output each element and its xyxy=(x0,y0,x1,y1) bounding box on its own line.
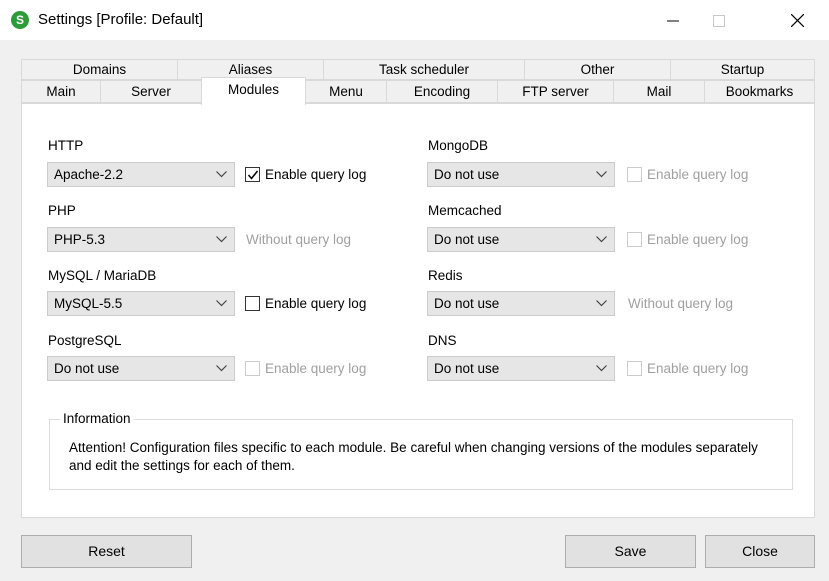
postgresql-select[interactable]: Do not use xyxy=(47,356,235,381)
postgresql-query-log-box xyxy=(245,361,260,376)
tab-modules[interactable]: Modules xyxy=(201,77,306,105)
mongodb-select[interactable]: Do not use xyxy=(427,162,615,187)
memcached-label: Memcached xyxy=(428,203,502,218)
tab-main[interactable]: Main xyxy=(21,80,101,103)
php-label: PHP xyxy=(48,203,76,218)
redis-select-value: Do not use xyxy=(434,296,500,311)
http-query-log-checkbox[interactable]: Enable query log xyxy=(245,166,395,186)
dns-query-log-checkbox: Enable query log xyxy=(627,360,777,380)
modules-panel: HTTP Apache-2.2 Enable query log PHP PHP… xyxy=(21,103,815,518)
chevron-down-icon xyxy=(216,171,227,178)
postgresql-query-log-checkbox: Enable query log xyxy=(245,360,395,380)
memcached-select-value: Do not use xyxy=(434,232,500,247)
postgresql-query-log-label: Enable query log xyxy=(265,361,367,376)
http-select[interactable]: Apache-2.2 xyxy=(47,162,235,187)
php-no-query-log: Without query log xyxy=(246,232,352,247)
minimize-button[interactable] xyxy=(650,4,696,36)
dns-query-log-label: Enable query log xyxy=(647,361,749,376)
memcached-query-log-checkbox: Enable query log xyxy=(627,231,777,251)
dns-select-value: Do not use xyxy=(434,361,500,376)
mongodb-query-log-checkbox: Enable query log xyxy=(627,166,777,186)
memcached-query-log-box xyxy=(627,232,642,247)
mongodb-select-value: Do not use xyxy=(434,167,500,182)
dns-select[interactable]: Do not use xyxy=(427,356,615,381)
mongodb-label: MongoDB xyxy=(428,138,489,153)
reset-button[interactable]: Reset xyxy=(21,535,192,568)
mysql-query-log-checkbox[interactable]: Enable query log xyxy=(245,295,395,315)
http-label: HTTP xyxy=(48,138,84,153)
mongodb-query-log-box xyxy=(627,167,642,182)
tab-other[interactable]: Other xyxy=(524,59,671,80)
memcached-select[interactable]: Do not use xyxy=(427,227,615,252)
close-window-button[interactable] xyxy=(774,4,820,36)
mongodb-query-log-label: Enable query log xyxy=(647,167,749,182)
save-button[interactable]: Save xyxy=(565,535,696,568)
chevron-down-icon xyxy=(596,300,607,307)
tab-encoding[interactable]: Encoding xyxy=(386,80,498,103)
php-select-value: PHP-5.3 xyxy=(54,232,106,247)
chevron-down-icon xyxy=(596,365,607,372)
redis-label: Redis xyxy=(428,268,463,283)
http-select-value: Apache-2.2 xyxy=(54,167,124,182)
close-icon xyxy=(790,13,804,28)
tab-task-scheduler[interactable]: Task scheduler xyxy=(323,59,525,80)
mysql-query-log-box xyxy=(245,296,260,311)
close-button[interactable]: Close xyxy=(705,535,815,568)
app-logo-icon: S xyxy=(11,11,29,29)
tab-server[interactable]: Server xyxy=(100,80,202,103)
mysql-query-log-label: Enable query log xyxy=(265,296,367,311)
tab-bookmarks[interactable]: Bookmarks xyxy=(704,80,815,103)
chevron-down-icon xyxy=(596,171,607,178)
redis-select[interactable]: Do not use xyxy=(427,291,615,316)
dns-query-log-box xyxy=(627,361,642,376)
dns-label: DNS xyxy=(428,333,457,348)
chevron-down-icon xyxy=(216,300,227,307)
http-query-log-label: Enable query log xyxy=(265,167,367,182)
information-title: Information xyxy=(60,411,134,426)
title-bar: S Settings [Profile: Default] xyxy=(0,0,829,40)
php-select[interactable]: PHP-5.3 xyxy=(47,227,235,252)
maximize-button[interactable] xyxy=(696,4,742,36)
chevron-down-icon xyxy=(596,236,607,243)
mysql-label: MySQL / MariaDB xyxy=(48,268,157,283)
checkmark-icon xyxy=(247,170,259,180)
information-text: Attention! Configuration files specific … xyxy=(69,440,758,473)
postgresql-label: PostgreSQL xyxy=(48,333,122,348)
tab-menu[interactable]: Menu xyxy=(305,80,387,103)
tab-ftp-server[interactable]: FTP server xyxy=(497,80,614,103)
redis-no-query-log: Without query log xyxy=(628,296,734,311)
maximize-icon xyxy=(713,14,725,27)
http-query-log-box xyxy=(245,167,260,182)
information-group: Information Attention! Configuration fil… xyxy=(49,411,793,490)
mysql-select-value: MySQL-5.5 xyxy=(54,296,123,311)
minimize-icon xyxy=(667,20,679,22)
memcached-query-log-label: Enable query log xyxy=(647,232,749,247)
tab-domains[interactable]: Domains xyxy=(21,59,178,80)
postgresql-select-value: Do not use xyxy=(54,361,120,376)
tab-startup[interactable]: Startup xyxy=(670,59,815,80)
chevron-down-icon xyxy=(216,236,227,243)
window-title: Settings [Profile: Default] xyxy=(38,11,204,28)
mysql-select[interactable]: MySQL-5.5 xyxy=(47,291,235,316)
chevron-down-icon xyxy=(216,365,227,372)
tab-mail[interactable]: Mail xyxy=(613,80,705,103)
